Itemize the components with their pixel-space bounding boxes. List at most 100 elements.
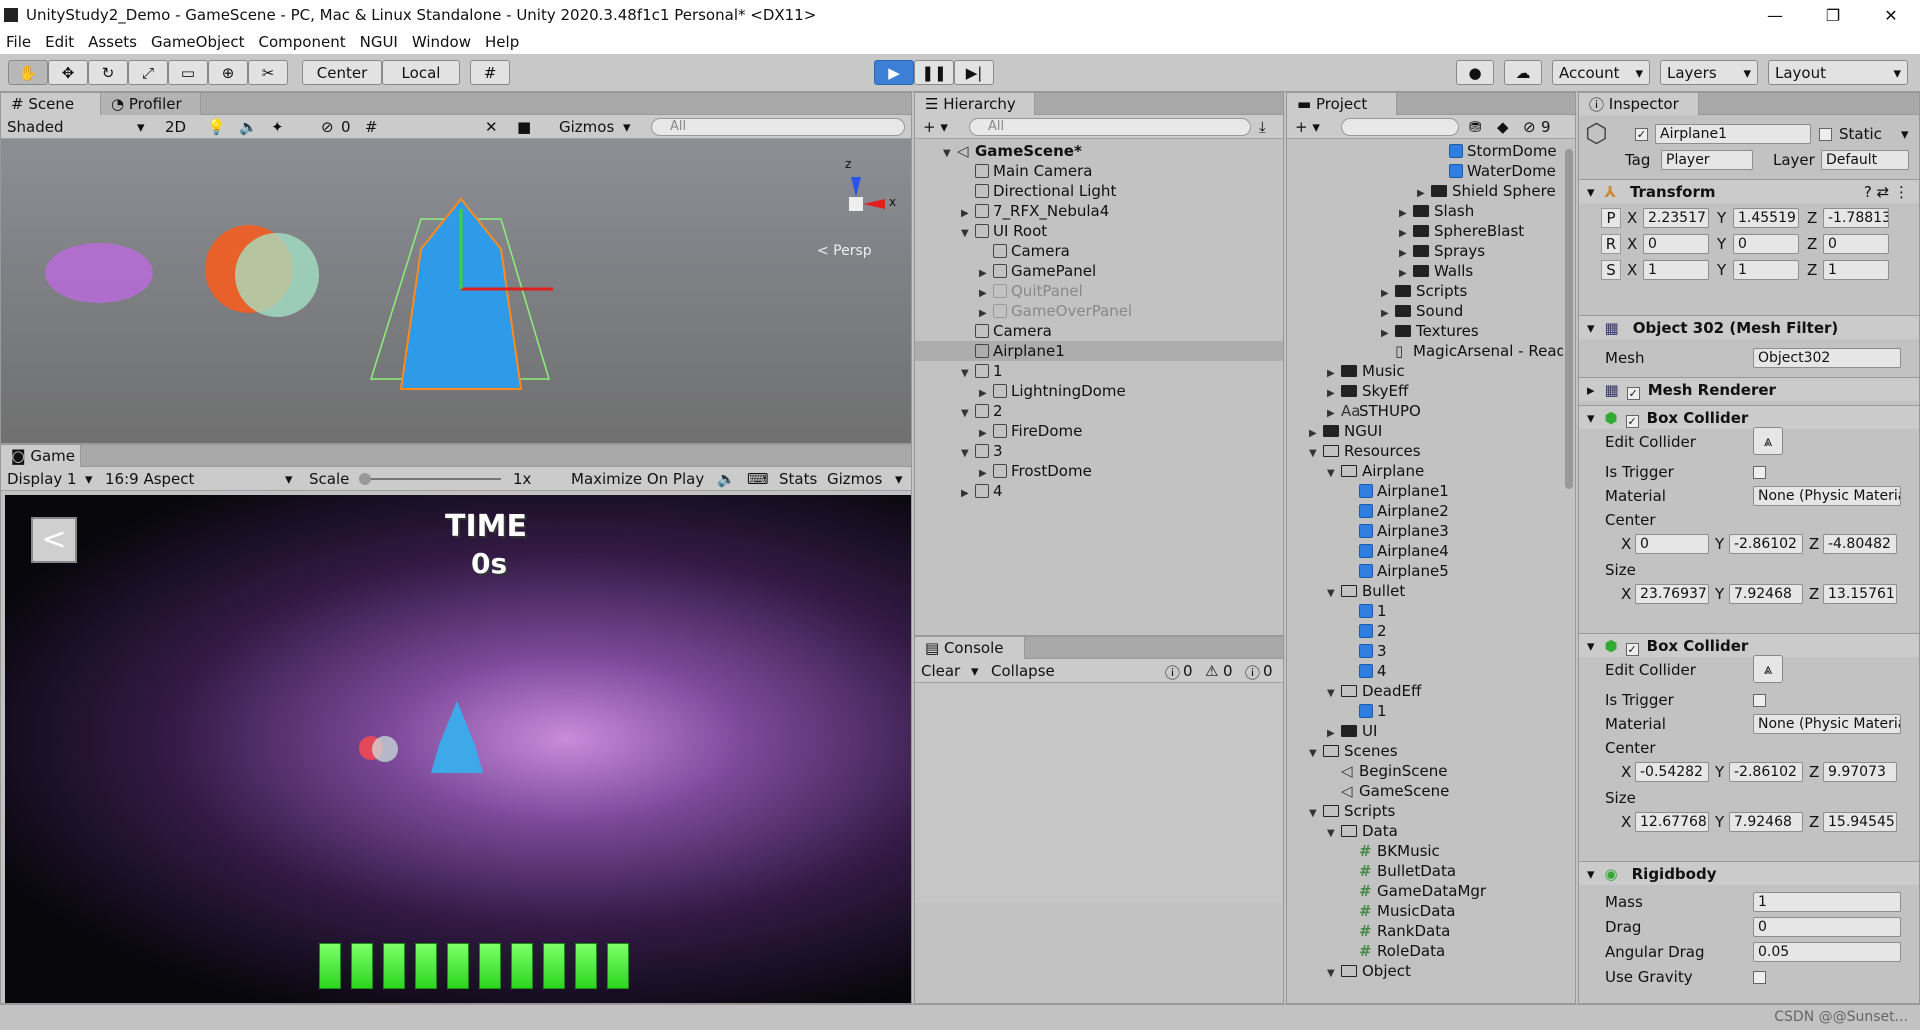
mesh-renderer-header[interactable]: ▸ ▦ ✓ Mesh Renderer xyxy=(1579,377,1919,401)
project-item[interactable]: ▶ Sprays xyxy=(1287,241,1563,261)
tab-profiler[interactable]: ◔ Profiler xyxy=(101,93,201,115)
hierarchy-search-input[interactable]: All xyxy=(969,118,1251,136)
box-collider-2-header[interactable]: ▾ ⬢ ✓ Box Collider xyxy=(1579,633,1919,657)
rigidbody-header[interactable]: ▾ ◉ Rigidbody xyxy=(1579,861,1919,885)
center-y-field[interactable]: -2.86102 xyxy=(1729,762,1803,782)
scene-search-input[interactable]: All xyxy=(651,118,905,136)
move-tool-button[interactable]: ✥ xyxy=(48,60,88,85)
maximize-button[interactable]: ❐ xyxy=(1804,6,1862,25)
material-field[interactable]: None (Physic Material) xyxy=(1753,714,1901,734)
effects-icon[interactable]: ✦ xyxy=(271,118,284,136)
hierarchy-item[interactable]: ▶ LightningDome xyxy=(915,381,1283,401)
scale-tool-button[interactable]: ⤢ xyxy=(128,60,168,85)
menu-file[interactable]: File xyxy=(6,33,31,51)
tab-game[interactable]: ◙ Game xyxy=(1,445,81,467)
static-checkbox[interactable] xyxy=(1819,128,1832,141)
hierarchy-item[interactable]: ▼ UI Root xyxy=(915,221,1283,241)
transform-s-z-field[interactable]: 1 xyxy=(1823,260,1889,280)
project-item[interactable]: ◁ BeginScene xyxy=(1287,761,1563,781)
scene-viewport[interactable]: z x < Persp xyxy=(1,139,911,443)
project-item[interactable]: 1 xyxy=(1287,601,1563,621)
camera-icon[interactable]: ■ xyxy=(517,118,531,136)
info-icon[interactable]: ⓘ xyxy=(1165,662,1180,683)
box-collider-1-header[interactable]: ▾ ⬢ ✓ Box Collider xyxy=(1579,405,1919,429)
menu-edit[interactable]: Edit xyxy=(45,33,74,51)
error-icon[interactable]: ⓘ xyxy=(1245,662,1260,683)
play-button[interactable]: ▶ xyxy=(874,60,914,85)
project-item[interactable]: ▶ Sound xyxy=(1287,301,1563,321)
material-field[interactable]: None (Physic Material) xyxy=(1753,486,1901,506)
layout-dropdown[interactable]: Layout ▾ xyxy=(1768,60,1908,85)
scene-gizmos-button[interactable]: Gizmos xyxy=(559,118,614,136)
menu-window[interactable]: Window xyxy=(412,33,471,51)
display-dropdown[interactable]: Display 1 xyxy=(7,470,77,488)
hierarchy-item[interactable]: Airplane1 xyxy=(915,341,1283,361)
game-gizmos-button[interactable]: Gizmos xyxy=(827,470,882,488)
hierarchy-item[interactable]: ▼ 2 xyxy=(915,401,1283,421)
mesh-field[interactable]: Object302 xyxy=(1753,348,1901,368)
center-z-field[interactable]: 9.97073 xyxy=(1823,762,1897,782)
rotate-tool-button[interactable]: ↻ xyxy=(88,60,128,85)
stats-button[interactable]: Stats xyxy=(779,470,817,488)
project-item[interactable]: ▶ SphereBlast xyxy=(1287,221,1563,241)
project-item[interactable]: Airplane1 xyxy=(1287,481,1563,501)
size-z-field[interactable]: 15.94545 xyxy=(1823,812,1897,832)
project-item[interactable]: 4 xyxy=(1287,661,1563,681)
menu-help[interactable]: Help xyxy=(485,33,519,51)
step-button[interactable]: ▶| xyxy=(954,60,994,85)
size-y-field[interactable]: 7.92468 xyxy=(1729,584,1803,604)
project-item[interactable]: ▼ Airplane xyxy=(1287,461,1563,481)
project-item[interactable]: WaterDome xyxy=(1287,161,1563,181)
console-log-area[interactable] xyxy=(915,683,1283,903)
size-x-field[interactable]: 23.76937 xyxy=(1635,584,1709,604)
edit-collider-button[interactable]: ⩓ xyxy=(1753,655,1783,683)
grid-snap-button[interactable]: # xyxy=(470,60,510,85)
hierarchy-item[interactable]: Camera xyxy=(915,241,1283,261)
scale-slider[interactable] xyxy=(361,478,501,480)
project-item[interactable]: ▶ Scripts xyxy=(1287,281,1563,301)
project-item[interactable]: Airplane5 xyxy=(1287,561,1563,581)
tag-dropdown[interactable]: Player xyxy=(1661,150,1753,170)
maximize-on-play-button[interactable]: Maximize On Play xyxy=(571,470,704,488)
transform-p-y-field[interactable]: 1.45519 xyxy=(1733,208,1799,228)
project-item[interactable]: ▼ Scripts xyxy=(1287,801,1563,821)
menu-ngui[interactable]: NGUI xyxy=(360,33,398,51)
mass-field[interactable]: 1 xyxy=(1753,892,1901,912)
game-viewport[interactable]: < TIME 0s xyxy=(5,495,911,1003)
warning-icon[interactable]: ⚠ xyxy=(1205,662,1218,680)
cloud-button[interactable]: ☁ xyxy=(1504,60,1542,85)
project-item[interactable]: ▶ Textures xyxy=(1287,321,1563,341)
project-item[interactable]: ▶ UI xyxy=(1287,721,1563,741)
project-item[interactable]: Airplane2 xyxy=(1287,501,1563,521)
center-x-field[interactable]: 0 xyxy=(1635,534,1709,554)
project-item[interactable]: ▼ Resources xyxy=(1287,441,1563,461)
hierarchy-item[interactable]: Main Camera xyxy=(915,161,1283,181)
collapse-button[interactable]: Collapse xyxy=(991,662,1055,680)
component-menu-icon[interactable]: ? ⇄ ⋮ xyxy=(1864,180,1909,204)
project-item[interactable]: ▼ DeadEff xyxy=(1287,681,1563,701)
hidden-packages-icon[interactable]: ⊘ xyxy=(1523,118,1536,136)
project-item[interactable]: Airplane4 xyxy=(1287,541,1563,561)
persp-label[interactable]: < Persp xyxy=(817,243,872,259)
hierarchy-item[interactable]: ▶ FrostDome xyxy=(915,461,1283,481)
menu-assets[interactable]: Assets xyxy=(88,33,137,51)
project-item[interactable]: # RankData xyxy=(1287,921,1563,941)
object-name-field[interactable]: Airplane1 xyxy=(1655,124,1811,144)
grid-icon[interactable]: # xyxy=(365,118,378,136)
transform-p-x-field[interactable]: 2.23517 xyxy=(1643,208,1709,228)
hierarchy-item[interactable]: ▶ FireDome xyxy=(915,421,1283,441)
angular-drag-field[interactable]: 0.05 xyxy=(1753,942,1901,962)
transform-r-x-field[interactable]: 0 xyxy=(1643,234,1709,254)
project-item[interactable]: ▼ Bullet xyxy=(1287,581,1563,601)
transform-p-label[interactable]: P xyxy=(1601,208,1621,228)
project-item[interactable]: Airplane3 xyxy=(1287,521,1563,541)
transform-tool-button[interactable]: ⊕ xyxy=(208,60,248,85)
project-item[interactable]: ▶ SkyEff xyxy=(1287,381,1563,401)
filter-icon[interactable]: ⤓ xyxy=(1259,118,1266,136)
project-item[interactable]: # RoleData xyxy=(1287,941,1563,961)
menu-component[interactable]: Component xyxy=(259,33,346,51)
hierarchy-item[interactable]: ▶ QuitPanel xyxy=(915,281,1283,301)
mesh-filter-header[interactable]: ▾ ▦ Object 302 (Mesh Filter) xyxy=(1579,315,1919,339)
hierarchy-item[interactable]: ▶ GameOverPanel xyxy=(915,301,1283,321)
use-gravity-checkbox[interactable] xyxy=(1753,971,1766,984)
